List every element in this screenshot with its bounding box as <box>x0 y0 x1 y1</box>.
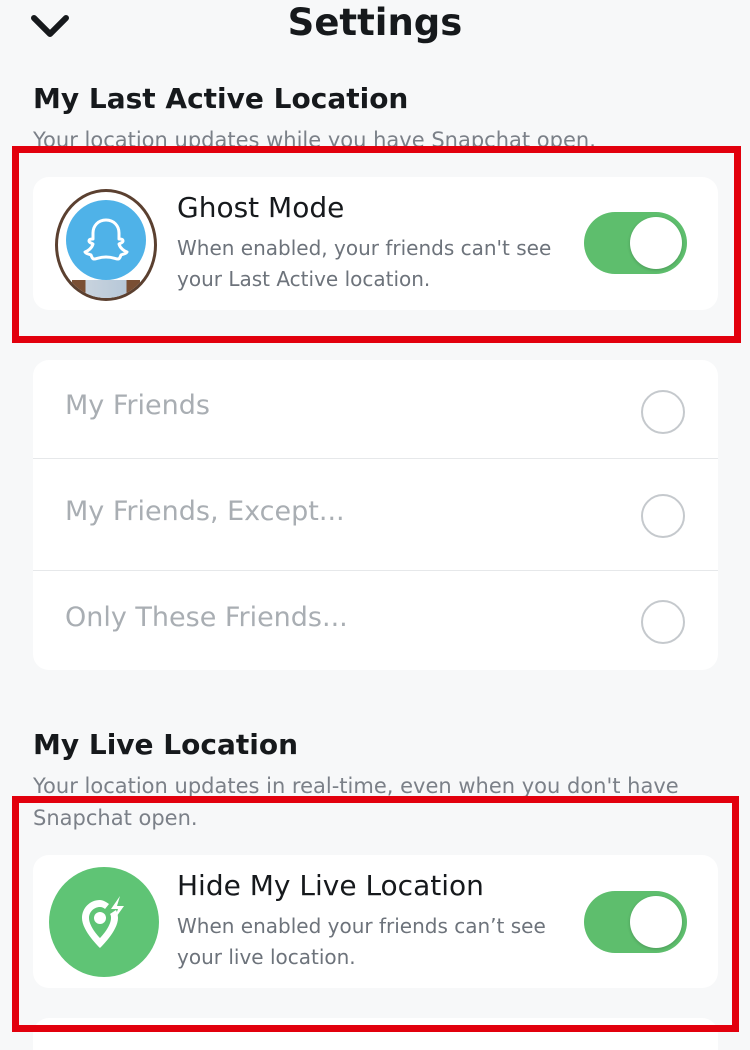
section-subtitle-last-active: Your location updates while you have Sna… <box>33 128 596 146</box>
ghost-mode-card: Ghost Mode When enabled, your friends ca… <box>33 177 718 310</box>
section-title-live-location: My Live Location <box>33 728 299 761</box>
ghost-mode-toggle[interactable] <box>584 212 687 274</box>
hide-live-location-description: When enabled your friends can’t see your… <box>177 914 546 969</box>
location-pin-bolt-icon <box>82 896 124 948</box>
divider <box>33 570 718 571</box>
radio-button[interactable] <box>641 600 685 644</box>
live-location-avatar <box>49 867 159 977</box>
option-label: My Friends <box>65 390 210 421</box>
bitmoji-avatar <box>55 189 157 301</box>
snapchat-ghost-icon <box>83 218 129 261</box>
radio-button[interactable] <box>641 390 685 434</box>
ghost-mode-description: When enabled, your friends can't see you… <box>177 236 552 291</box>
option-label: My Friends, Except... <box>65 496 345 527</box>
option-label: Only These Friends... <box>65 602 348 633</box>
radio-button[interactable] <box>641 494 685 538</box>
hide-live-location-card: Hide My Live Location When enabled your … <box>33 855 718 988</box>
next-card <box>33 1018 718 1050</box>
section-title-last-active: My Last Active Location <box>33 82 409 115</box>
share-options-card: My Friends My Friends, Except... Only Th… <box>33 360 718 670</box>
option-only-these-friends[interactable]: Only These Friends... <box>33 570 718 673</box>
page-title: Settings <box>287 1 463 44</box>
hide-live-location-toggle[interactable] <box>584 891 687 953</box>
option-my-friends[interactable]: My Friends <box>33 360 718 463</box>
ghost-mode-title: Ghost Mode <box>177 191 345 224</box>
toggle-knob <box>630 217 682 269</box>
hide-live-location-title: Hide My Live Location <box>177 869 484 902</box>
divider <box>33 458 718 459</box>
option-my-friends-except[interactable]: My Friends, Except... <box>33 458 718 561</box>
section-subtitle-live-location: Your location updates in real-time, even… <box>33 774 679 830</box>
settings-screen: Settings My Last Active Location Your lo… <box>0 0 750 1050</box>
toggle-knob <box>630 896 682 948</box>
